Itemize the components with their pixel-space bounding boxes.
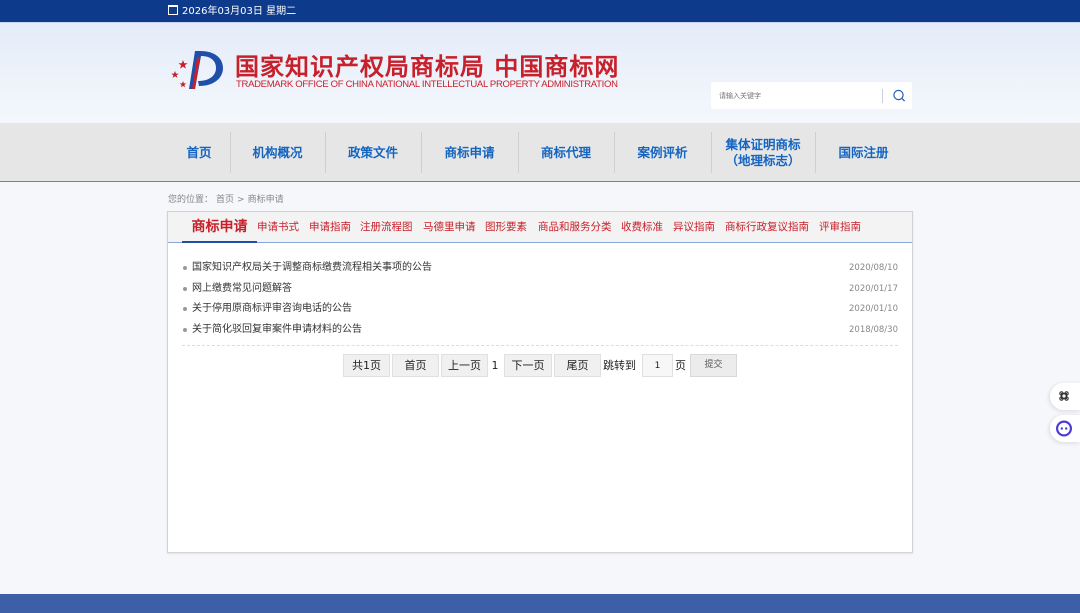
breadcrumb-separator: > — [237, 195, 245, 205]
assistant-icon — [1056, 420, 1072, 437]
breadcrumb: 您的位置： 首页 > 商标申请 — [168, 192, 287, 205]
site-header: 国家知识产权局商标局 中国商标网 TRADEMARK OFFICE OF CHI… — [0, 22, 1080, 123]
bullet-icon — [183, 266, 187, 270]
bullet-icon — [183, 286, 187, 291]
content-panel: 商标申请 申请书式 申请指南 注册流程图 马德里申请 图形要素 商品和服务分类 … — [167, 211, 913, 553]
site-footer — [0, 594, 1080, 613]
tab-goods-services-classification[interactable]: 商品和服务分类 — [538, 221, 612, 234]
search-divider — [882, 89, 883, 103]
page-unit-label: 页 — [675, 359, 686, 372]
calendar-icon — [168, 5, 178, 15]
list-item-title[interactable]: 国家知识产权局关于调整商标缴费流程相关事项的公告 — [192, 261, 432, 274]
floating-command-button[interactable] — [1050, 383, 1080, 410]
nav-item-about[interactable]: 机构概况 — [230, 132, 325, 173]
tab-review-guide[interactable]: 评审指南 — [819, 221, 861, 234]
notice-list: 国家知识产权局关于调整商标缴费流程相关事项的公告 2020/08/10 网上缴费… — [182, 261, 898, 343]
nav-item-policy[interactable]: 政策文件 — [325, 132, 421, 173]
tab-opposition-guide[interactable]: 异议指南 — [673, 221, 715, 234]
search-box — [711, 82, 912, 109]
list-divider — [182, 345, 898, 346]
tab-administrative-review-guide[interactable]: 商标行政复议指南 — [725, 221, 809, 234]
command-icon — [1059, 391, 1069, 401]
tab-fee-standards[interactable]: 收费标准 — [621, 221, 663, 234]
sub-tab-bar: 商标申请 申请书式 申请指南 注册流程图 马德里申请 图形要素 商品和服务分类 … — [168, 212, 912, 243]
search-button[interactable] — [887, 82, 912, 109]
tab-registration-flowchart[interactable]: 注册流程图 — [360, 221, 413, 234]
last-page-button[interactable]: 尾页 — [554, 354, 601, 377]
list-item-date: 2020/01/17 — [849, 283, 898, 294]
jump-page-input[interactable] — [642, 354, 673, 377]
tab-application-forms[interactable]: 申请书式 — [257, 221, 299, 234]
breadcrumb-current: 商标申请 — [247, 195, 284, 205]
date-text: 2026年03月03日 星期二 — [182, 6, 297, 17]
floating-assistant-button[interactable] — [1050, 415, 1080, 442]
nav-item-international[interactable]: 国际注册 — [815, 132, 912, 173]
list-item-date: 2018/08/30 — [849, 324, 898, 335]
date-display: 2026年03月03日 星期二 — [168, 5, 296, 18]
list-item[interactable]: 关于停用原商标评审咨询电话的公告 2020/01/10 — [182, 302, 898, 323]
bullet-icon — [183, 327, 187, 332]
current-page: 1 — [491, 359, 499, 372]
tab-madrid-application[interactable]: 马德里申请 — [423, 221, 476, 234]
list-item-title[interactable]: 关于停用原商标评审咨询电话的公告 — [192, 302, 352, 315]
breadcrumb-home[interactable]: 首页 — [216, 195, 234, 205]
tab-trademark-application[interactable]: 商标申请 — [182, 212, 257, 243]
site-title-en: TRADEMARK OFFICE OF CHINA NATIONAL INTEL… — [236, 79, 618, 90]
top-bar: 2026年03月03日 星期二 — [0, 0, 1080, 22]
list-item[interactable]: 关于简化驳回复审案件申请材料的公告 2018/08/30 — [182, 323, 898, 344]
list-item-date: 2020/08/10 — [849, 263, 898, 273]
nav-item-home[interactable]: 首页 — [168, 132, 230, 173]
list-item-title[interactable]: 关于简化驳回复审案件申请材料的公告 — [192, 323, 362, 336]
jump-submit-button[interactable]: 提交 — [690, 354, 737, 377]
jump-label: 跳转到 — [603, 359, 636, 372]
prev-page-button[interactable]: 上一页 — [441, 354, 488, 377]
list-item-date: 2020/01/10 — [849, 304, 898, 314]
trademark-office-logo[interactable] — [167, 43, 229, 95]
site-title-cn: 国家知识产权局商标局 中国商标网 — [235, 52, 620, 81]
list-item[interactable]: 网上缴费常见问题解答 2020/01/17 — [182, 282, 898, 303]
total-pages: 共1页 — [343, 354, 390, 377]
tab-figurative-elements[interactable]: 图形要素 — [485, 221, 527, 234]
next-page-button[interactable]: 下一页 — [504, 354, 552, 377]
search-input[interactable] — [711, 82, 881, 109]
pagination: 共1页 首页 上一页 1 下一页 尾页 跳转到 页 提交 — [168, 354, 912, 377]
main-nav: 首页 机构概况 政策文件 商标申请 商标代理 案例评析 集体证明商标 （地理标志… — [0, 123, 1080, 182]
nav-item-collective-mark[interactable]: 集体证明商标 （地理标志） — [711, 132, 815, 173]
list-item-title[interactable]: 网上缴费常见问题解答 — [192, 282, 292, 295]
nav-item-agency[interactable]: 商标代理 — [518, 132, 614, 173]
nav-item-application[interactable]: 商标申请 — [421, 132, 518, 173]
first-page-button[interactable]: 首页 — [392, 354, 439, 377]
breadcrumb-prefix: 您的位置： — [168, 195, 214, 205]
bullet-icon — [183, 307, 187, 311]
tab-application-guide[interactable]: 申请指南 — [309, 221, 351, 234]
nav-item-cases[interactable]: 案例评析 — [614, 132, 711, 173]
search-icon — [893, 89, 906, 102]
list-item[interactable]: 国家知识产权局关于调整商标缴费流程相关事项的公告 2020/08/10 — [182, 261, 898, 282]
